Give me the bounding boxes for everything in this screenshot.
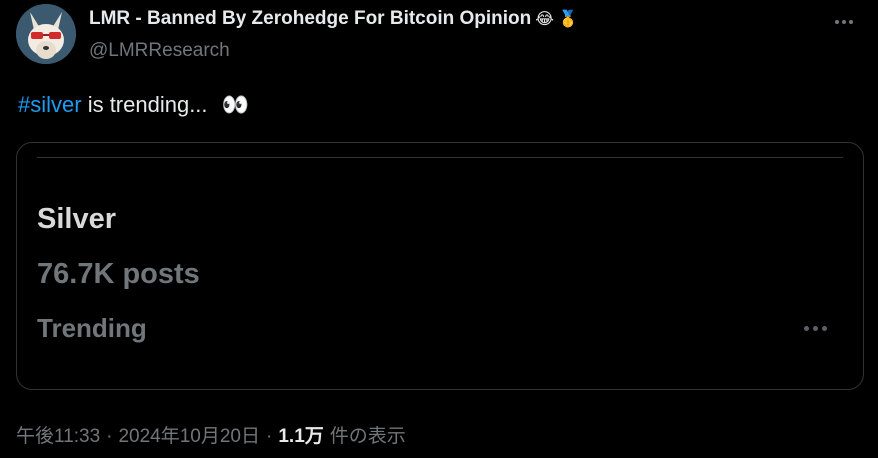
tweet-date[interactable]: 2024年10月20日: [118, 421, 260, 448]
tears-of-joy-emoji-icon: 😂: [535, 11, 554, 28]
more-options-icon[interactable]: [826, 10, 862, 34]
user-handle[interactable]: @LMRResearch: [89, 40, 230, 62]
card-divider: [37, 157, 843, 158]
eyes-emoji-icon: 👀: [221, 92, 250, 117]
trend-card[interactable]: Silver 76.7K posts Trending: [16, 142, 864, 390]
tweet-header: LMR - Banned By Zerohedge For Bitcoin Op…: [16, 4, 862, 64]
display-name[interactable]: LMR - Banned By Zerohedge For Bitcoin Op…: [89, 8, 531, 30]
trend-post-count: 76.7K posts: [37, 258, 200, 290]
gold-medal-emoji-icon: 🥇: [557, 11, 578, 28]
trend-label: Trending: [37, 313, 147, 343]
trend-title: Silver: [37, 203, 116, 235]
view-count: 1.1万: [278, 426, 324, 447]
view-count-suffix: 件の表示: [329, 426, 406, 447]
card-more-icon[interactable]: [804, 326, 827, 331]
avatar[interactable]: [16, 4, 76, 64]
tweet-body: is trending...: [81, 92, 214, 117]
meta-separator: ·: [106, 426, 113, 447]
tweet-metadata: 午後11:33 · 2024年10月20日 · 1.1万 件の表示: [16, 421, 406, 448]
tweet-text: #silver is trending... 👀: [18, 92, 249, 118]
fox-avatar-icon: [16, 4, 76, 64]
name-row: LMR - Banned By Zerohedge For Bitcoin Op…: [89, 8, 578, 30]
meta-separator: ·: [266, 426, 273, 447]
hashtag-link[interactable]: #silver: [18, 92, 82, 118]
tweet-time[interactable]: 午後11:33: [16, 421, 100, 448]
